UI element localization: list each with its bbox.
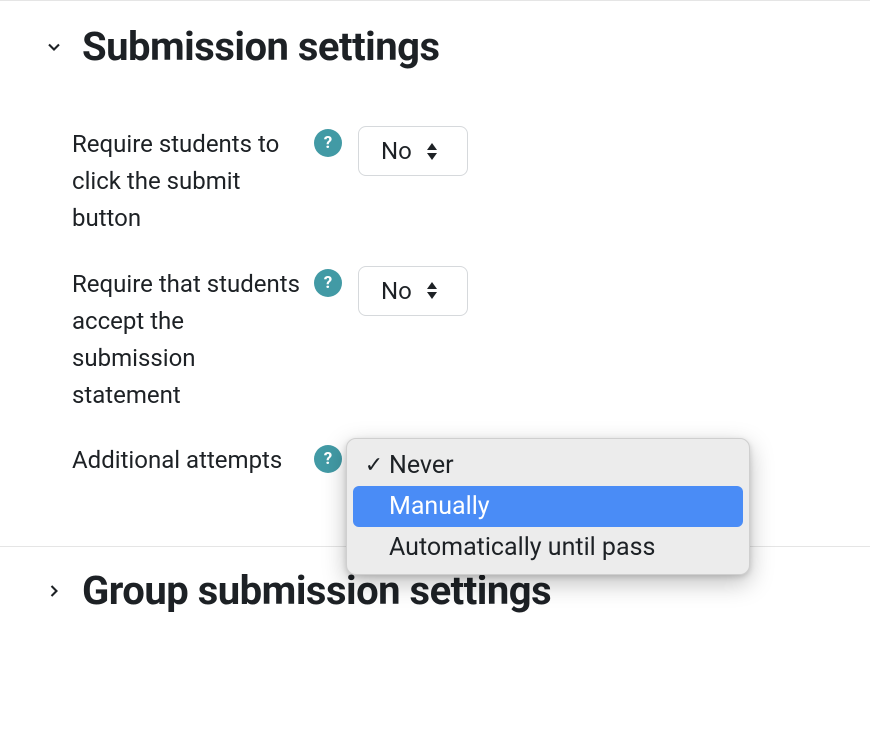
dropdown-additional-attempts: ✓ Never Manually Automatically until pas… — [346, 438, 750, 575]
row-require-submit-button: Require students to click the submit but… — [42, 112, 858, 252]
dropdown-option-label: Automatically until pass — [389, 533, 655, 562]
select-require-submit-button[interactable]: No — [358, 126, 468, 176]
section-title-submission: Submission settings — [82, 23, 440, 70]
label-additional-attempts: Additional attempts — [72, 442, 300, 479]
select-require-submission-statement[interactable]: No — [358, 266, 468, 316]
row-additional-attempts: Additional attempts ? ✓ Never Manually — [42, 428, 858, 518]
row-require-submission-statement: Require that students accept the submiss… — [42, 252, 858, 429]
dropdown-option-manually[interactable]: Manually — [353, 486, 743, 527]
caret-sort-icon — [426, 143, 438, 160]
help-icon[interactable]: ? — [314, 269, 342, 297]
help-icon[interactable]: ? — [314, 445, 342, 473]
chevron-down-icon — [42, 35, 66, 59]
select-value: No — [381, 277, 412, 305]
chevron-right-icon — [42, 579, 66, 603]
check-icon: ✓ — [359, 453, 389, 478]
dropdown-option-automatically[interactable]: Automatically until pass — [353, 527, 743, 568]
dropdown-option-label: Never — [389, 451, 454, 480]
section-body-submission: Require students to click the submit but… — [0, 92, 870, 546]
caret-sort-icon — [426, 282, 438, 299]
label-require-submit-button: Require students to click the submit but… — [72, 126, 300, 238]
select-value: No — [381, 137, 412, 165]
help-icon[interactable]: ? — [314, 129, 342, 157]
label-require-submission-statement: Require that students accept the submiss… — [72, 266, 300, 415]
dropdown-option-label: Manually — [389, 492, 490, 521]
dropdown-option-never[interactable]: ✓ Never — [353, 445, 743, 486]
section-header-submission[interactable]: Submission settings — [0, 1, 870, 92]
